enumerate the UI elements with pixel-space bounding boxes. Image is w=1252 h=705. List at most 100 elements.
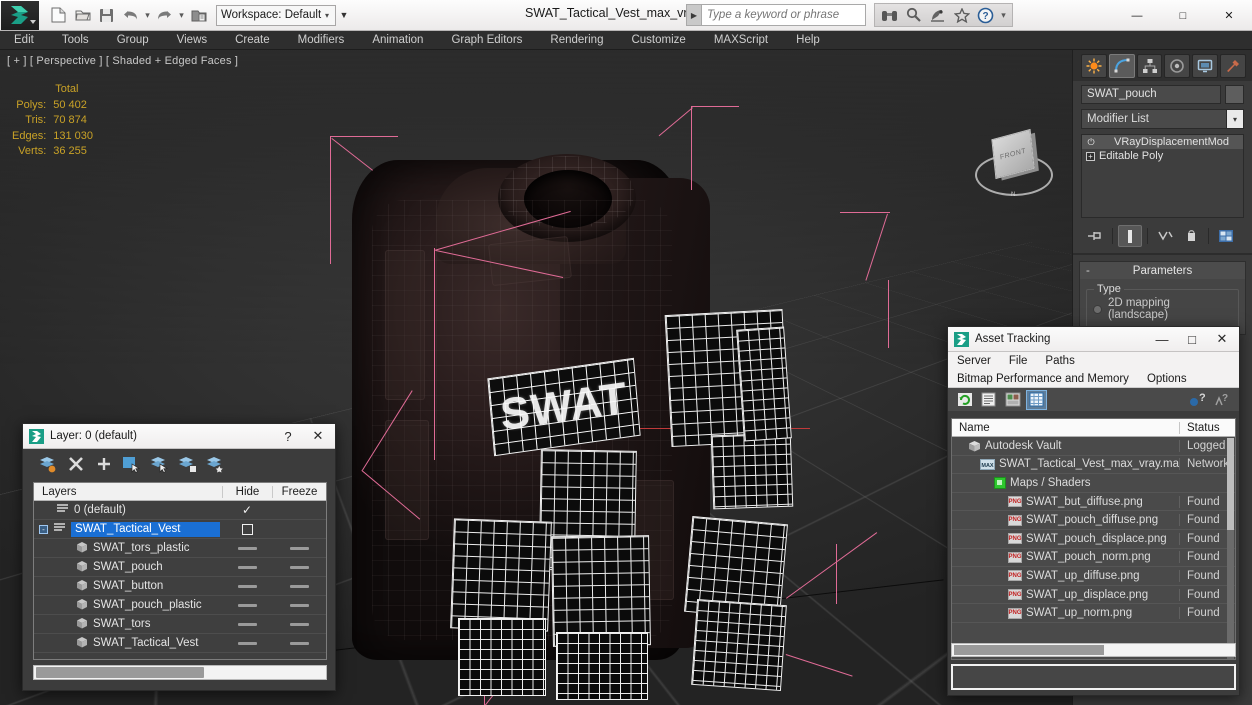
context-help-icon[interactable]: ? <box>1212 391 1231 409</box>
freeze-dash-icon[interactable] <box>290 566 309 569</box>
hide-dash-icon[interactable] <box>238 547 257 550</box>
scrollbar-thumb[interactable] <box>954 645 1104 655</box>
table-row[interactable]: PNG SWAT_up_diffuse.png Found <box>952 567 1235 586</box>
asset-tracking-dialog[interactable]: Asset Tracking — □ ✕ Server File Paths B… <box>947 326 1240 696</box>
star-icon[interactable] <box>951 5 972 26</box>
set-current-layer-icon[interactable] <box>203 452 228 476</box>
satellite-dish-icon[interactable] <box>927 5 948 26</box>
binoculars-icon[interactable] <box>879 5 900 26</box>
modifier-stack[interactable]: ⏻ VRayDisplacementMod + Editable Poly <box>1081 134 1244 218</box>
menu-graph-editors[interactable]: Graph Editors <box>437 31 536 50</box>
undo-button[interactable] <box>119 4 142 27</box>
save-file-button[interactable] <box>95 4 118 27</box>
asset-tracking-minimize-button[interactable]: — <box>1147 327 1177 351</box>
pouch-wireframe-lower-center-b[interactable] <box>556 632 648 700</box>
table-row[interactable]: SWAT_button <box>34 577 326 596</box>
asset-menu-server[interactable]: Server <box>948 352 1000 370</box>
utilities-tab[interactable] <box>1220 54 1246 78</box>
add-selection-icon[interactable] <box>175 452 200 476</box>
menu-help[interactable]: Help <box>782 31 834 50</box>
menu-animation[interactable]: Animation <box>358 31 437 50</box>
modifier-list-dropdown[interactable]: Modifier List ▾ <box>1081 109 1244 129</box>
pouch-wireframe-right-lower-b[interactable] <box>691 599 787 691</box>
layer-list[interactable]: Layers Hide Freeze 0 (default) ✓ - SWAT_… <box>33 482 327 660</box>
search-input[interactable] <box>702 4 866 26</box>
maximize-button[interactable]: □ <box>1160 0 1206 31</box>
freeze-dash-icon[interactable] <box>290 585 309 588</box>
hide-dash-icon[interactable] <box>238 566 257 569</box>
asset-menu-paths[interactable]: Paths <box>1036 352 1083 370</box>
delete-x-icon[interactable] <box>63 452 88 476</box>
new-layer-icon[interactable] <box>35 452 60 476</box>
table-row[interactable]: PNG SWAT_up_displace.png Found <box>952 586 1235 605</box>
asset-tracking-list[interactable]: Name Status Autodesk Vault Logged MAX SW… <box>951 418 1236 660</box>
pouch-wireframe-lower-left-b[interactable] <box>458 618 546 696</box>
open-file-button[interactable] <box>71 4 94 27</box>
list-lines-icon[interactable] <box>979 391 998 409</box>
parameters-rollout-header[interactable]: - Parameters <box>1080 262 1245 279</box>
question-circle-icon[interactable]: ? <box>975 5 996 26</box>
show-end-result-icon[interactable] <box>1118 225 1142 247</box>
make-unique-icon[interactable] <box>1153 225 1177 247</box>
highlight-layer-icon[interactable] <box>147 452 172 476</box>
object-color-swatch[interactable] <box>1225 85 1244 104</box>
help-dropdown-caret[interactable]: ▾ <box>999 10 1008 21</box>
hierarchy-tab[interactable] <box>1137 54 1163 78</box>
menu-maxscript[interactable]: MAXScript <box>700 31 782 50</box>
table-row[interactable]: PNG SWAT_pouch_displace.png Found <box>952 530 1235 549</box>
pouch-wireframe-mid-right[interactable] <box>711 433 794 510</box>
plus-icon[interactable] <box>91 452 116 476</box>
display-tab[interactable] <box>1192 54 1218 78</box>
freeze-dash-icon[interactable] <box>290 642 309 645</box>
configure-sets-icon[interactable] <box>1214 225 1238 247</box>
object-name-field[interactable]: SWAT_pouch <box>1081 85 1221 104</box>
hide-dash-icon[interactable] <box>238 623 257 626</box>
workspace-dropdown-button[interactable]: ▼ <box>336 5 352 26</box>
pouch-wireframe-right-side[interactable] <box>736 326 792 441</box>
3dsmax-logo-icon[interactable] <box>1 1 39 30</box>
table-row[interactable]: SWAT_tors <box>34 615 326 634</box>
modify-tab[interactable] <box>1109 54 1135 78</box>
refresh-green-icon[interactable] <box>955 391 974 409</box>
modifier-stack-item-vraydisplacementmod[interactable]: ⏻ VRayDisplacementMod <box>1082 135 1243 149</box>
menu-tools[interactable]: Tools <box>48 31 103 50</box>
menu-group[interactable]: Group <box>103 31 163 50</box>
search-expand-arrow-icon[interactable]: ▶ <box>686 4 702 26</box>
table-row[interactable]: PNG SWAT_pouch_diffuse.png Found <box>952 511 1235 530</box>
table-row[interactable]: PNG SWAT_pouch_norm.png Found <box>952 549 1235 568</box>
layer-dialog-help-button[interactable]: ? <box>273 424 303 448</box>
asset-menu-options[interactable]: Options <box>1138 370 1196 388</box>
view-cube[interactable]: FRONT N <box>975 128 1053 200</box>
table-row[interactable]: - SWAT_Tactical_Vest <box>34 520 326 539</box>
select-objects-icon[interactable] <box>119 452 144 476</box>
expand-collapse-icon[interactable]: - <box>39 525 48 534</box>
layer-dialog-close-button[interactable]: ✕ <box>303 424 333 448</box>
grid-table-icon[interactable] <box>1027 391 1046 409</box>
light-bulb-icon[interactable]: ⏻ <box>1086 137 1096 148</box>
minimize-button[interactable]: — <box>1114 0 1160 31</box>
layer-dialog[interactable]: Layer: 0 (default) ? ✕ Layers Hide Freez… <box>22 423 336 691</box>
asset-tracking-titlebar[interactable]: Asset Tracking — □ ✕ <box>948 327 1239 352</box>
hide-dash-icon[interactable] <box>238 604 257 607</box>
thumbnail-icon[interactable] <box>1003 391 1022 409</box>
menu-views[interactable]: Views <box>163 31 221 50</box>
question-help-icon[interactable]: ? <box>1187 391 1206 409</box>
magnifier-icon[interactable] <box>903 5 924 26</box>
asset-tracking-close-button[interactable]: ✕ <box>1207 327 1237 351</box>
plus-box-icon[interactable]: + <box>1086 152 1095 161</box>
redo-button[interactable] <box>153 4 176 27</box>
hide-dash-icon[interactable] <box>238 585 257 588</box>
logo-dropdown-caret[interactable] <box>30 20 36 24</box>
table-row[interactable]: MAX SWAT_Tactical_Vest_max_vray.max Netw… <box>952 456 1235 475</box>
layer-row-label-selected[interactable]: SWAT_Tactical_Vest <box>71 522 220 537</box>
freeze-dash-icon[interactable] <box>290 547 309 550</box>
asset-tracking-maximize-button[interactable]: □ <box>1177 327 1207 351</box>
asset-vertical-scrollbar[interactable] <box>1227 438 1234 660</box>
menu-customize[interactable]: Customize <box>617 31 699 50</box>
pin-icon[interactable] <box>1083 225 1107 247</box>
table-row[interactable]: PNG SWAT_up_norm.png Found <box>952 604 1235 623</box>
hide-dash-icon[interactable] <box>238 642 257 645</box>
layer-dialog-titlebar[interactable]: Layer: 0 (default) ? ✕ <box>23 424 335 449</box>
chevron-down-icon[interactable]: ▾ <box>1226 110 1243 128</box>
new-file-button[interactable] <box>47 4 70 27</box>
